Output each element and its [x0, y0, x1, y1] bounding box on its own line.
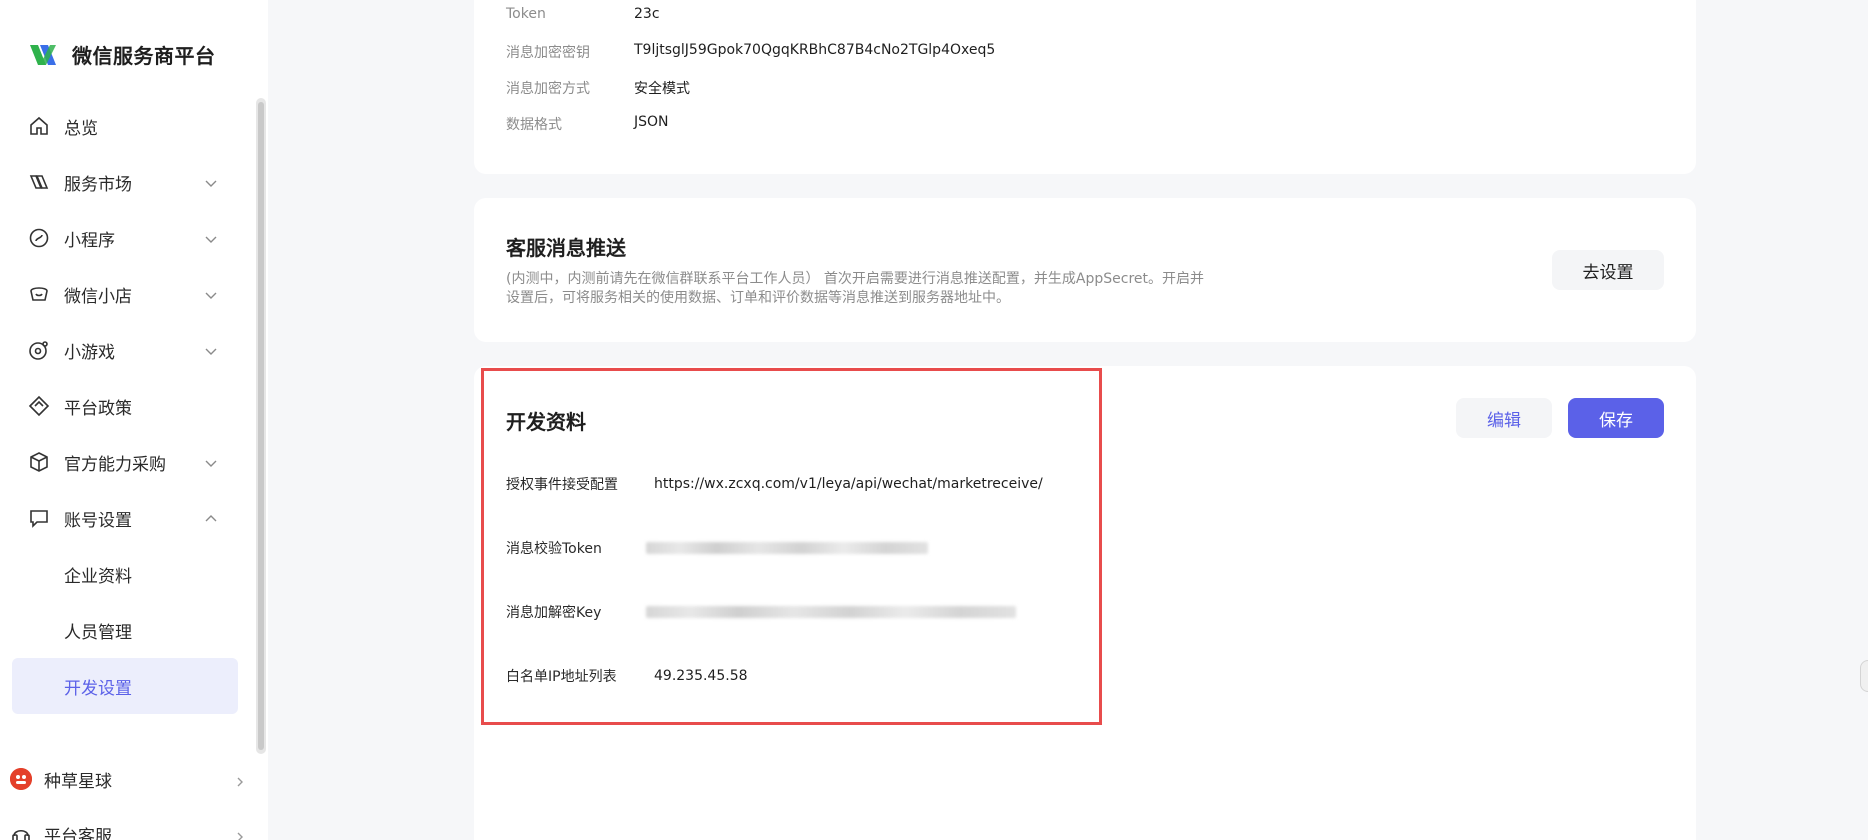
message-token-field: 消息校验Token — [506, 538, 928, 558]
sidebar-scrollbar-thumb[interactable] — [258, 102, 264, 750]
headset-icon — [10, 823, 32, 840]
sidebar-item-label: 微信小店 — [64, 286, 132, 307]
auth-event-config-field: 授权事件接受配置 https://wx.zcxq.com/v1/leya/api… — [506, 474, 1043, 494]
sidebar-item-official-procurement[interactable]: 官方能力采购 — [12, 434, 238, 490]
message-token-redacted-value — [646, 542, 928, 554]
chevron-down-icon — [204, 455, 218, 469]
save-button[interactable]: 保存 — [1568, 398, 1664, 438]
home-icon — [28, 115, 50, 137]
chevron-down-icon — [204, 175, 218, 189]
sidebar: 微信服务商平台 总览 服务市场 小程序 微信小店 小游戏 平台政策 官方能力采购… — [0, 0, 268, 840]
sidebar-item-label: 平台政策 — [64, 398, 132, 419]
message-token-label: 消息校验Token — [506, 541, 602, 557]
message-aes-key-label: 消息加解密Key — [506, 605, 602, 621]
shop-icon — [28, 283, 50, 305]
policy-icon — [28, 395, 50, 417]
sidebar-item-label: 平台客服 — [44, 826, 112, 840]
side-drawer-handle[interactable] — [1860, 660, 1868, 692]
sidebar-item-label: 企业资料 — [64, 566, 132, 587]
sidebar-item-label: 服务市场 — [64, 174, 132, 195]
chevron-right-icon — [234, 828, 246, 840]
game-icon — [28, 339, 50, 361]
token-value: 23c — [634, 6, 660, 22]
data-format-row: 数据格式 JSON — [506, 114, 669, 134]
chevron-down-icon — [204, 231, 218, 245]
encoding-key-label: 消息加密密钥 — [506, 45, 590, 61]
mini-program-icon — [28, 227, 50, 249]
sidebar-item-mini-game[interactable]: 小游戏 — [12, 322, 238, 378]
message-aes-key-field: 消息加解密Key — [506, 602, 1016, 622]
sidebar-item-overview[interactable]: 总览 — [12, 98, 238, 154]
chevron-down-icon — [204, 287, 218, 301]
message-aes-key-redacted-value — [646, 606, 1016, 618]
ip-whitelist-label: 白名单IP地址列表 — [506, 669, 617, 685]
brand[interactable]: 微信服务商平台 — [28, 40, 216, 69]
encoding-key-value: T9ljtsglJ59Gpok70QgqKRBhC87B4cNo2TGlp4Ox… — [634, 42, 996, 58]
sidebar-subitem-dev-settings[interactable]: 开发设置 — [12, 658, 238, 714]
data-format-label: 数据格式 — [506, 117, 562, 133]
zhongcao-planet-avatar — [10, 768, 32, 790]
data-format-value: JSON — [634, 114, 669, 130]
sidebar-subitem-company-profile[interactable]: 企业资料 — [12, 546, 238, 602]
go-configure-button[interactable]: 去设置 — [1552, 250, 1664, 290]
sidebar-subitem-member-management[interactable]: 人员管理 — [12, 602, 238, 658]
wechat-service-logo-icon — [28, 41, 58, 69]
chevron-down-icon — [204, 343, 218, 357]
cs-message-push-card: 客服消息推送 (内测中，内测前请先在微信群联系平台工作人员） 首次开启需要进行消… — [474, 198, 1696, 342]
sidebar-item-label: 官方能力采购 — [64, 454, 166, 475]
account-icon — [28, 507, 50, 529]
encryption-mode-label: 消息加密方式 — [506, 81, 590, 97]
sidebar-item-mini-program[interactable]: 小程序 — [12, 210, 238, 266]
sidebar-item-platform-support[interactable]: 平台客服 — [10, 814, 256, 840]
auth-event-config-value: https://wx.zcxq.com/v1/leya/api/wechat/m… — [654, 476, 1043, 492]
dev-info-card: 开发资料 编辑 保存 授权事件接受配置 https://wx.zcxq.com/… — [474, 366, 1696, 840]
ip-whitelist-value: 49.235.45.58 — [654, 668, 748, 684]
encryption-mode-row: 消息加密方式 安全模式 — [506, 78, 690, 98]
sidebar-item-platform-policy[interactable]: 平台政策 — [12, 378, 238, 434]
sidebar-item-label: 小程序 — [64, 230, 115, 251]
sidebar-item-label: 人员管理 — [64, 622, 132, 643]
auth-event-config-label: 授权事件接受配置 — [506, 477, 618, 493]
sidebar-item-label: 开发设置 — [64, 678, 132, 699]
ip-whitelist-field: 白名单IP地址列表 49.235.45.58 — [506, 666, 748, 686]
token-label: Token — [506, 6, 546, 22]
encoding-key-row: 消息加密密钥 T9ljtsglJ59Gpok70QgqKRBhC87B4cNo2… — [506, 42, 995, 62]
message-config-card: Token 23c 消息加密密钥 T9ljtsglJ59Gpok70QgqKRB… — [474, 0, 1696, 174]
sidebar-item-label: 总览 — [64, 118, 98, 139]
sidebar-item-zhongcao-planet[interactable]: 种草星球 — [10, 759, 256, 799]
sidebar-item-wechat-shop[interactable]: 微信小店 — [12, 266, 238, 322]
box-icon — [28, 451, 50, 473]
dev-info-title: 开发资料 — [506, 410, 586, 434]
sidebar-item-label: 种草星球 — [44, 771, 112, 792]
sidebar-item-label: 小游戏 — [64, 342, 115, 363]
sidebar-item-account-settings[interactable]: 账号设置 — [12, 490, 238, 546]
sidebar-nav: 总览 服务市场 小程序 微信小店 小游戏 平台政策 官方能力采购 账号设置 企业… — [12, 98, 238, 714]
encryption-mode-value: 安全模式 — [634, 81, 690, 97]
brand-title: 微信服务商平台 — [72, 44, 216, 68]
cs-message-push-description: (内测中，内测前请先在微信群联系平台工作人员） 首次开启需要进行消息推送配置，并… — [506, 271, 1205, 306]
edit-button[interactable]: 编辑 — [1456, 398, 1552, 438]
chevron-up-icon — [204, 511, 218, 525]
sidebar-item-label: 账号设置 — [64, 510, 132, 531]
chevron-right-icon — [234, 773, 246, 787]
market-icon — [28, 171, 50, 193]
sidebar-item-service-market[interactable]: 服务市场 — [12, 154, 238, 210]
cs-message-push-title: 客服消息推送 — [506, 236, 626, 260]
token-row: Token 23c — [506, 6, 660, 22]
